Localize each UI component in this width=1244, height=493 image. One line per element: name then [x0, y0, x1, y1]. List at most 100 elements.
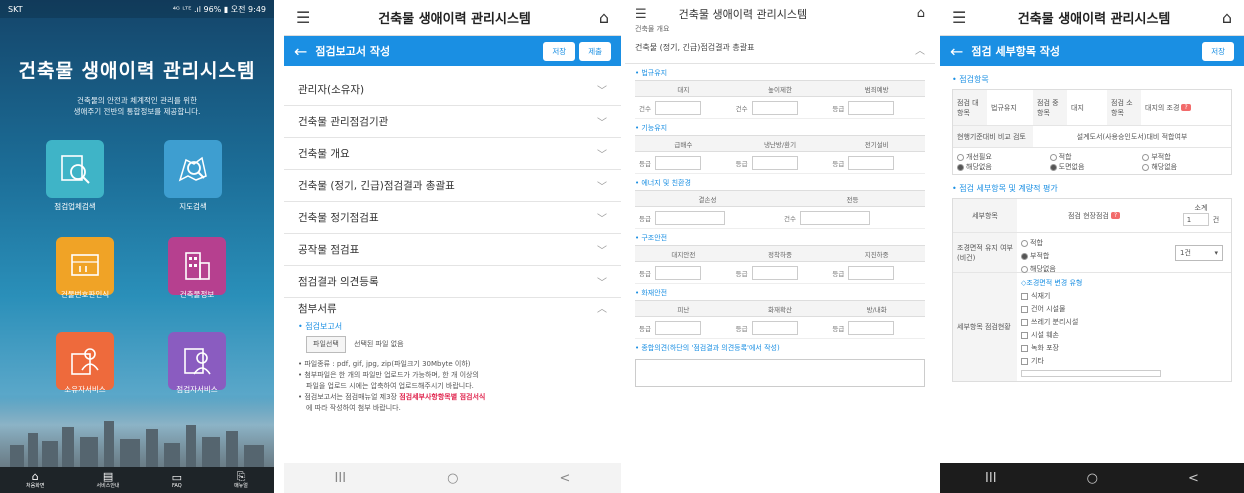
save-button[interactable]: 저장: [543, 41, 576, 61]
nav-manual[interactable]: ⎘ 매뉴얼: [234, 471, 248, 489]
submit-button[interactable]: 제출: [579, 41, 611, 61]
menu-icon[interactable]: ☰: [952, 8, 966, 27]
value-input[interactable]: [751, 155, 798, 170]
column-header: 점검 현장점검?: [1017, 199, 1171, 232]
accordion-structure-inspection[interactable]: 공작물 점검표 ﹀: [284, 234, 621, 266]
radio-selected-icon: [1049, 163, 1057, 171]
accordion-result-summary[interactable]: 건축물 (정기, 긴급)점검결과 총괄표 ﹀: [284, 170, 621, 202]
cell-label: 등급: [639, 214, 651, 223]
checkbox-icon: [1021, 344, 1028, 352]
quantity-input[interactable]: 1: [1182, 213, 1209, 226]
cell-label: 등급: [639, 324, 651, 333]
nav-home[interactable]: ⌂ 처음화면: [26, 471, 44, 489]
checkbox-icon: [1021, 292, 1028, 300]
building-info-tile[interactable]: [168, 237, 226, 295]
recent-apps-icon[interactable]: III: [335, 471, 347, 486]
value-input[interactable]: [654, 100, 701, 115]
tile-label: 지도검색: [179, 202, 207, 211]
app-title: 건축물 생애이력 관리시스템: [18, 60, 256, 82]
column-header: 세부항목: [953, 199, 1017, 232]
checkbox-option[interactable]: 시설 훼손: [1021, 329, 1059, 342]
chevron-down-icon: ﹀: [597, 246, 607, 257]
radio-option[interactable]: 적합: [1021, 237, 1043, 250]
radio-option[interactable]: 적합: [1049, 152, 1072, 162]
nav-label: 처음화면: [26, 483, 45, 489]
opinion-textarea[interactable]: [635, 359, 925, 387]
checkbox-option[interactable]: 녹화 포장: [1021, 342, 1059, 355]
value-input[interactable]: [848, 155, 895, 170]
owner-service-tile[interactable]: [56, 332, 114, 390]
value-input[interactable]: [654, 210, 725, 225]
value-input[interactable]: [654, 265, 701, 280]
value-input[interactable]: [848, 320, 895, 335]
home-icon[interactable]: ⌂: [599, 8, 609, 27]
radio-option[interactable]: 부적합: [1142, 152, 1171, 162]
building-number-recognition-tile[interactable]: [56, 237, 114, 295]
value-input[interactable]: [751, 265, 798, 280]
subtitle-line: 건축물의 안전과 체계적인 관리를 위한: [77, 96, 197, 105]
accordion-building-overview[interactable]: 건축물 개요 ﹀: [284, 138, 621, 170]
section-header[interactable]: 건축물 (정기, 긴급)점검결과 총괄표 ︿: [625, 36, 935, 64]
subtitle-line: 생애주기 전반의 통합정보를 제공합니다.: [73, 107, 201, 116]
help-badge[interactable]: ?: [1181, 104, 1191, 111]
menu-icon[interactable]: ☰: [635, 7, 647, 22]
nav-faq[interactable]: ▭ FAQ: [172, 472, 182, 489]
value-input[interactable]: [848, 100, 895, 115]
save-button[interactable]: 저장: [1202, 41, 1234, 61]
radio-option[interactable]: 개선필요: [957, 152, 992, 162]
radio-option[interactable]: 부적합: [1021, 250, 1049, 263]
evaluation-table: 세부항목 점검 현장점검? 소계 1건 조경면적 유지 여부 (비건) 적합 부…: [952, 198, 1232, 382]
value-input[interactable]: [848, 265, 895, 280]
radio-option[interactable]: 해당없음: [957, 162, 992, 172]
count-select[interactable]: 1건 ▾: [1175, 244, 1223, 261]
file-select-button[interactable]: 파일선택: [306, 336, 346, 353]
checkbox-option[interactable]: 쓰레기 분리시설: [1021, 316, 1078, 329]
checkbox-option[interactable]: 식재기: [1021, 290, 1050, 303]
inspector-service-tile[interactable]: [168, 332, 226, 390]
bottom-nav: ⌂ 처음화면 ▤ 서비스안내 ▭ FAQ ⎘ 매뉴얼: [0, 467, 274, 493]
accordion-owner[interactable]: 관리자(소유자) ﹀: [284, 74, 621, 106]
value-input[interactable]: [654, 155, 701, 170]
page-title: 점검보고서 작성: [315, 45, 391, 58]
home-button-icon[interactable]: ○: [1087, 471, 1098, 486]
radio-label: 적합: [1058, 153, 1072, 161]
menu-icon[interactable]: ☰: [296, 8, 310, 27]
dropdown-arrow-icon: ▾: [1214, 248, 1218, 257]
back-icon[interactable]: <: [1188, 471, 1199, 486]
home-screen: SKT ⁴ᴳ ᴸᵀᴱ .ıl 96% ▮ 오전 9:49 건축물 생애이력 관리…: [0, 0, 274, 493]
radio-option[interactable]: 도면없음: [1049, 162, 1084, 172]
home-icon[interactable]: ⌂: [917, 6, 925, 36]
previous-section-label: 건축물 개요: [635, 25, 670, 33]
section-title: 건축물 (정기, 긴급)점검결과 총괄표: [635, 43, 755, 52]
attachments-header[interactable]: 첨부서류 ︿: [298, 304, 607, 316]
back-arrow-icon[interactable]: ←: [950, 42, 963, 61]
column-header: 결손성: [698, 195, 717, 204]
unit-label: 건: [1212, 215, 1220, 224]
chevron-down-icon: ﹀: [597, 86, 607, 97]
owner-service-icon: [71, 348, 99, 375]
home-icon[interactable]: ⌂: [1222, 8, 1232, 27]
back-icon[interactable]: <: [560, 471, 571, 486]
status-indicators: ⁴ᴳ ᴸᵀᴱ .ıl 96% ▮ 오전 9:49: [172, 4, 266, 14]
row-value-text: 대지의 조경: [1145, 103, 1180, 112]
map-search-tile[interactable]: [164, 140, 222, 198]
home-button-icon[interactable]: ○: [447, 471, 458, 486]
back-arrow-icon[interactable]: ←: [294, 42, 307, 61]
checkbox-option[interactable]: 건어 시설물: [1021, 303, 1065, 316]
value-input[interactable]: [751, 100, 798, 115]
accordion-inspection-agency[interactable]: 건축물 관리점검기관 ﹀: [284, 106, 621, 138]
accordion-opinion[interactable]: 점검결과 의견등록 ﹀: [284, 266, 621, 298]
value-input[interactable]: [799, 210, 870, 225]
value-input[interactable]: [654, 320, 701, 335]
checkbox-option[interactable]: 기타: [1021, 355, 1044, 368]
inspection-company-search-tile[interactable]: [46, 140, 104, 198]
nav-service-guide[interactable]: ▤ 서비스안내: [97, 471, 120, 489]
help-badge[interactable]: ?: [1110, 212, 1121, 219]
column-header: 방/내화: [866, 305, 887, 314]
value-input[interactable]: [751, 320, 798, 335]
recent-apps-icon[interactable]: III: [985, 471, 997, 486]
detail-item-screen: ☰ 건축물 생애이력 관리시스템 ⌂ ← 점검 세부항목 작성 저장 • 점검항…: [940, 0, 1244, 493]
radio-option[interactable]: 해당없음: [1142, 162, 1177, 172]
accordion-regular-inspection[interactable]: 건축물 정기점검표 ﹀: [284, 202, 621, 234]
other-text-input[interactable]: [1021, 370, 1161, 377]
